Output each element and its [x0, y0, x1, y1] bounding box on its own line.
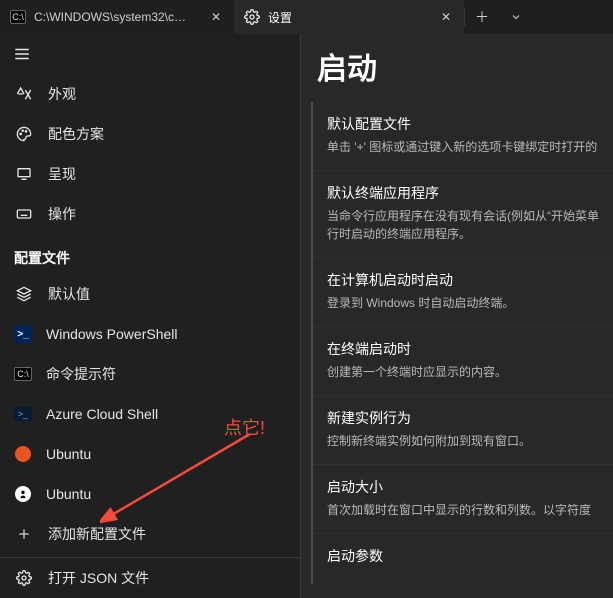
setting-desc: 当命令行应用程序在没有现有会话(例如从“开始菜单行时启动的终端应用程序。	[327, 207, 601, 243]
setting-desc: 首次加载时在窗口中显示的行数和列数。以字符度	[327, 501, 601, 519]
tab-bar: C:\ C:\WINDOWS\system32\cmd.e ✕ 设置 ✕ ＋	[0, 0, 613, 34]
new-tab-button[interactable]: ＋	[465, 0, 499, 34]
sidebar-item-label: Azure Cloud Shell	[46, 406, 158, 422]
sidebar-item-label: 默认值	[48, 284, 90, 304]
sidebar-bottom: 打开 JSON 文件	[0, 557, 300, 598]
sidebar-item-label: 添加新配置文件	[48, 524, 146, 544]
sidebar-item-color[interactable]: 配色方案	[0, 114, 300, 154]
open-json-button[interactable]: 打开 JSON 文件	[0, 558, 300, 598]
layers-icon	[14, 284, 34, 304]
palette-icon	[14, 124, 34, 144]
setting-launch-params[interactable]: 启动参数	[313, 533, 613, 584]
setting-title: 在计算机启动时启动	[327, 270, 601, 290]
sidebar-profile-defaults[interactable]: 默认值	[0, 274, 300, 314]
tab-settings-title: 设置	[268, 9, 292, 26]
tab-dropdown-button[interactable]	[499, 0, 533, 34]
sidebar-item-actions[interactable]: 操作	[0, 194, 300, 234]
setting-title: 默认配置文件	[327, 114, 601, 134]
setting-new-instance-behavior[interactable]: 新建实例行为 控制新终端实例如何附加到现有窗口。	[313, 395, 613, 464]
sidebar-item-label: 外观	[48, 84, 76, 104]
main: 外观 配色方案 呈现 操作 配置文件	[0, 34, 613, 598]
setting-title: 在终端启动时	[327, 339, 601, 359]
sidebar-add-profile[interactable]: 添加新配置文件	[0, 514, 300, 554]
sidebar-profile-powershell[interactable]: >_ Windows PowerShell	[0, 314, 300, 354]
sidebar-item-label: Ubuntu	[46, 486, 91, 502]
ubuntu-icon	[14, 445, 32, 463]
tab-cmd[interactable]: C:\ C:\WINDOWS\system32\cmd.e ✕	[0, 0, 234, 34]
appearance-icon	[14, 84, 34, 104]
setting-desc: 创建第一个终端时应显示的内容。	[327, 363, 601, 381]
page-title: 启动	[309, 38, 613, 102]
gear-icon	[14, 568, 34, 588]
settings-content: 启动 默认配置文件 单击 '+' 图标或通过键入新的选项卡键绑定时打开的 默认终…	[300, 34, 613, 598]
sidebar-item-label: Ubuntu	[46, 446, 91, 462]
sidebar-item-appearance[interactable]: 外观	[0, 74, 300, 114]
monitor-icon	[14, 164, 34, 184]
hamburger-button[interactable]	[0, 34, 44, 74]
tab-cmd-close[interactable]: ✕	[208, 9, 224, 25]
setting-default-terminal-app[interactable]: 默认终端应用程序 当命令行应用程序在没有现有会话(例如从“开始菜单行时启动的终端…	[313, 170, 613, 257]
profiles-header: 配置文件	[0, 234, 300, 274]
sidebar-item-label: 呈现	[48, 164, 76, 184]
setting-desc: 控制新终端实例如何附加到现有窗口。	[327, 432, 601, 450]
sidebar-item-label: 配色方案	[48, 124, 104, 144]
tab-settings-close[interactable]: ✕	[438, 9, 454, 25]
settings-sidebar: 外观 配色方案 呈现 操作 配置文件	[0, 34, 300, 598]
tab-actions: ＋	[464, 0, 533, 34]
setting-desc: 单击 '+' 图标或通过键入新的选项卡键绑定时打开的	[327, 138, 601, 156]
settings-list: 默认配置文件 单击 '+' 图标或通过键入新的选项卡键绑定时打开的 默认终端应用…	[311, 102, 613, 584]
keyboard-icon	[14, 204, 34, 224]
open-json-label: 打开 JSON 文件	[48, 568, 149, 588]
setting-desc: 登录到 Windows 时自动启动终端。	[327, 294, 601, 312]
setting-on-terminal-start[interactable]: 在终端启动时 创建第一个终端时应显示的内容。	[313, 326, 613, 395]
cmd-tab-icon: C:\	[10, 9, 26, 25]
tab-cmd-title: C:\WINDOWS\system32\cmd.e	[34, 10, 194, 24]
gear-icon	[244, 9, 260, 25]
linux-icon	[14, 485, 32, 503]
sidebar-profile-ubuntu-2[interactable]: Ubuntu	[0, 474, 300, 514]
sidebar-nav: 外观 配色方案 呈现 操作 配置文件	[0, 74, 300, 557]
setting-title: 启动参数	[327, 546, 601, 566]
sidebar-profile-cmd[interactable]: C:\ 命令提示符	[0, 354, 300, 394]
sidebar-item-rendering[interactable]: 呈现	[0, 154, 300, 194]
setting-launch-on-startup[interactable]: 在计算机启动时启动 登录到 Windows 时自动启动终端。	[313, 257, 613, 326]
tab-settings[interactable]: 设置 ✕	[234, 0, 464, 34]
setting-title: 启动大小	[327, 477, 601, 497]
azure-icon: >_	[14, 405, 32, 423]
cmd-icon: C:\	[14, 365, 32, 383]
setting-title: 默认终端应用程序	[327, 183, 601, 203]
powershell-icon: >_	[14, 325, 32, 343]
setting-title: 新建实例行为	[327, 408, 601, 428]
plus-icon	[14, 524, 34, 544]
sidebar-profile-azure[interactable]: >_ Azure Cloud Shell	[0, 394, 300, 434]
setting-launch-size[interactable]: 启动大小 首次加载时在窗口中显示的行数和列数。以字符度	[313, 464, 613, 533]
sidebar-item-label: Windows PowerShell	[46, 326, 178, 342]
sidebar-item-label: 命令提示符	[46, 364, 116, 384]
sidebar-profile-ubuntu-1[interactable]: Ubuntu	[0, 434, 300, 474]
setting-default-profile[interactable]: 默认配置文件 单击 '+' 图标或通过键入新的选项卡键绑定时打开的	[313, 102, 613, 170]
sidebar-item-label: 操作	[48, 204, 76, 224]
